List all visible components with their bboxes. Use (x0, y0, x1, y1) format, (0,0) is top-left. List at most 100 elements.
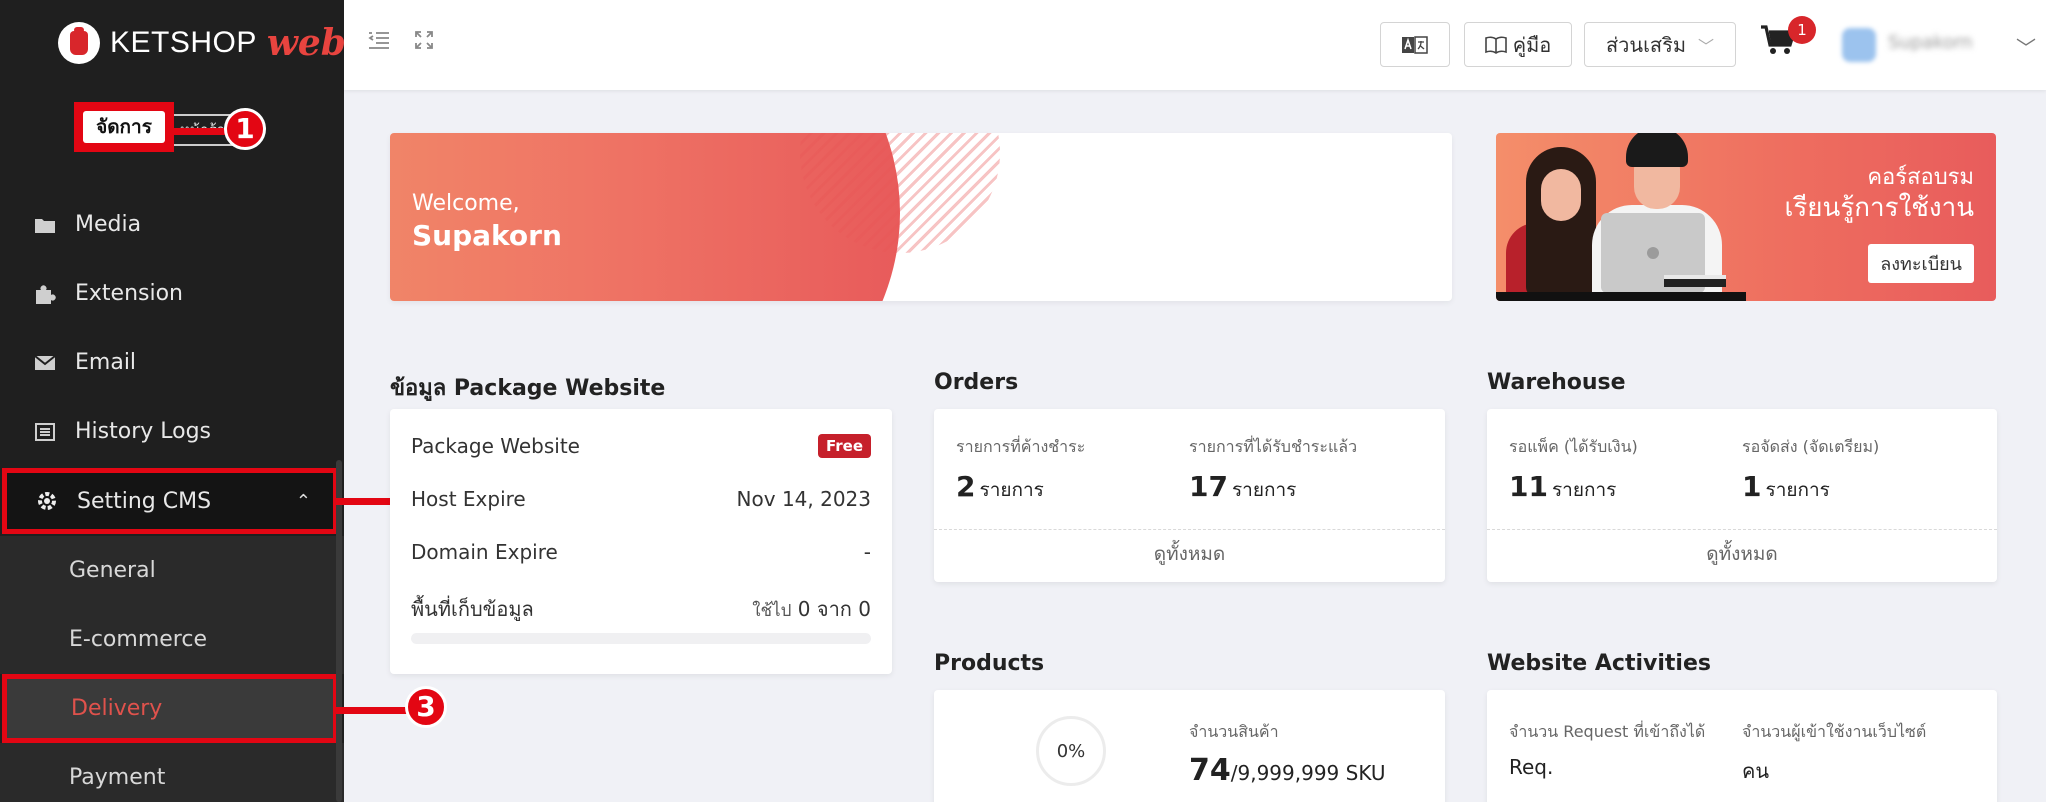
addons-dropdown-label: ส่วนเสริม (1605, 32, 1687, 57)
orders-view-all-link[interactable]: ดูทั้งหมด (934, 539, 1445, 569)
sidebar-subitem-delivery[interactable]: Delivery (2, 674, 338, 743)
package-row: Package Website Free (411, 434, 871, 458)
translate-icon (1402, 35, 1428, 54)
package-row-label: Package Website (411, 434, 580, 458)
illustration-man-hair (1626, 133, 1688, 167)
sidebar-scrollbar[interactable] (336, 460, 342, 802)
sidebar-menu: Media Extension Email History Logs Setti… (0, 190, 344, 802)
products-progress-ring: 0% (1036, 716, 1106, 786)
cart-count-badge: 1 (1788, 16, 1816, 44)
avatar[interactable] (1842, 28, 1876, 62)
brand-name: KETSHOP (110, 26, 257, 59)
sidebar-item-label: Email (75, 350, 137, 375)
mode-switch-highlight: จัดการ (74, 102, 174, 152)
activities-request-stat: จำนวน Request ที่เข้าถึงได้ Req. (1509, 720, 1705, 779)
host-expire-row: Host Expire Nov 14, 2023 (411, 487, 871, 511)
course-banner[interactable]: คอร์สอบรม เรียนรู้การใช้งาน ลงทะเบียน (1496, 133, 1996, 301)
welcome-greeting: Welcome, (412, 191, 520, 216)
package-section-title: ข้อมูล Package Website (390, 376, 666, 401)
sidebar-item-setting-cms[interactable]: Setting CMS ⌃ (2, 468, 338, 534)
warehouse-pack-unit: รายการ (1551, 479, 1617, 501)
activities-card: จำนวน Request ที่เข้าถึงได้ Req. จำนวนผู… (1487, 690, 1997, 802)
sidebar-item-media[interactable]: Media (0, 190, 344, 259)
card-divider (934, 529, 1445, 530)
products-card: 0% จำนวนสินค้า 74/9,999,999 SKU (934, 690, 1445, 802)
sidebar-item-label: Media (75, 212, 142, 237)
manage-mode-button[interactable]: จัดการ (83, 111, 165, 143)
storage-separator: จาก (816, 597, 852, 621)
storage-label: พื้นที่เก็บข้อมูล (411, 597, 534, 621)
top-bar: คู่มือ ส่วนเสริม ﹀ 1 Supakorn ﹀ (344, 0, 2046, 90)
sidebar: KETSHOP web จัดการ หน้าร้าน Media Extens… (0, 0, 346, 802)
sidebar-item-label: History Logs (75, 419, 212, 444)
storage-used: 0 (797, 597, 811, 621)
storage-row: พื้นที่เก็บข้อมูล ใช้ไป 0 จาก 0 (411, 593, 871, 625)
illustration-woman-face (1541, 169, 1581, 221)
orders-section-title: Orders (934, 370, 1019, 395)
sidebar-item-extension[interactable]: Extension (0, 259, 344, 328)
sidebar-subitem-ecommerce[interactable]: E-commerce (0, 605, 344, 674)
book-icon (1484, 36, 1507, 54)
course-register-button[interactable]: ลงทะเบียน (1868, 244, 1974, 283)
orders-paid-unit: รายการ (1231, 479, 1297, 501)
orders-pending-unit: รายการ (979, 479, 1044, 501)
fullscreen-icon[interactable] (414, 30, 434, 56)
manual-button[interactable]: คู่มือ (1464, 22, 1572, 67)
course-title-line2: เรียนรู้การใช้งาน (1784, 193, 1974, 223)
callout-connector-3 (336, 707, 408, 714)
warehouse-ship-unit: รายการ (1765, 479, 1830, 501)
orders-pending-stat: รายการที่ค้างชำระ 2 รายการ (956, 435, 1085, 505)
activities-request-unit: Req. (1509, 755, 1554, 779)
orders-paid-count: 17 (1189, 470, 1228, 503)
envelope-icon (33, 351, 57, 375)
activities-visitors-stat: จำนวนผู้เข้าใช้งานเว็บไซต์ คน (1742, 720, 1926, 787)
sidebar-item-label: Extension (75, 281, 184, 306)
brand-logo[interactable]: KETSHOP web (58, 22, 346, 64)
addons-dropdown[interactable]: ส่วนเสริม ﹀ (1584, 22, 1736, 67)
welcome-banner: Welcome, Supakorn (390, 133, 1452, 301)
warehouse-ship-stat: รอจัดส่ง (จัดเตรียม) 1 รายการ (1742, 435, 1879, 505)
user-name[interactable]: Supakorn (1888, 32, 1973, 53)
sidebar-subitem-general[interactable]: General (0, 536, 344, 605)
folder-icon (33, 213, 57, 237)
warehouse-section-title: Warehouse (1487, 370, 1626, 395)
warehouse-pack-stat: รอแพ็ค (ได้รับเงิน) 11 รายการ (1509, 435, 1638, 505)
collapse-menu-icon[interactable] (368, 30, 390, 55)
puzzle-icon (33, 282, 57, 306)
activities-request-label: จำนวน Request ที่เข้าถึงได้ (1509, 722, 1706, 741)
activities-visitors-label: จำนวนผู้เข้าใช้งานเว็บไซต์ (1742, 722, 1927, 741)
warehouse-ship-value: 1 รายการ (1742, 470, 1879, 505)
domain-expire-row: Domain Expire - (411, 540, 871, 564)
products-count-value: 74/9,999,999 SKU (1189, 753, 1386, 788)
storage-total: 0 (858, 597, 871, 621)
sidebar-item-email[interactable]: Email (0, 328, 344, 397)
warehouse-pack-count: 11 (1509, 470, 1548, 503)
gear-icon (35, 489, 59, 513)
warehouse-ship-label: รอจัดส่ง (จัดเตรียม) (1742, 437, 1880, 456)
warehouse-ship-count: 1 (1742, 470, 1762, 503)
list-icon (33, 420, 57, 444)
chevron-up-icon: ⌃ (295, 491, 311, 512)
orders-paid-label: รายการที่ได้รับชำระแล้ว (1189, 437, 1358, 456)
orders-paid-value: 17 รายการ (1189, 470, 1357, 505)
storage-progress-bar (411, 633, 871, 644)
products-count-label: จำนวนสินค้า (1189, 722, 1279, 741)
shop-bag-icon (58, 22, 100, 64)
sidebar-item-history-logs[interactable]: History Logs (0, 397, 344, 466)
brand-suffix: web (266, 22, 346, 64)
products-limit: /9,999,999 SKU (1230, 761, 1386, 785)
warehouse-view-all-link[interactable]: ดูทั้งหมด (1487, 539, 1997, 569)
orders-pending-count: 2 (956, 470, 976, 503)
user-menu-chevron-icon[interactable]: ﹀ (2016, 32, 2036, 61)
products-section-title: Products (934, 651, 1045, 676)
host-expire-value: Nov 14, 2023 (736, 487, 871, 511)
warehouse-pack-value: 11 รายการ (1509, 470, 1638, 505)
translate-button[interactable] (1380, 22, 1450, 67)
sidebar-subitem-payment[interactable]: Payment (0, 743, 344, 802)
orders-card: รายการที่ค้างชำระ 2 รายการ รายการที่ได้รั… (934, 409, 1445, 582)
manual-button-label: คู่มือ (1512, 32, 1552, 57)
orders-paid-stat: รายการที่ได้รับชำระแล้ว 17 รายการ (1189, 435, 1357, 505)
storage-used-prefix: ใช้ไป (752, 601, 792, 621)
domain-expire-value: - (863, 540, 871, 564)
warehouse-pack-label: รอแพ็ค (ได้รับเงิน) (1509, 437, 1638, 456)
